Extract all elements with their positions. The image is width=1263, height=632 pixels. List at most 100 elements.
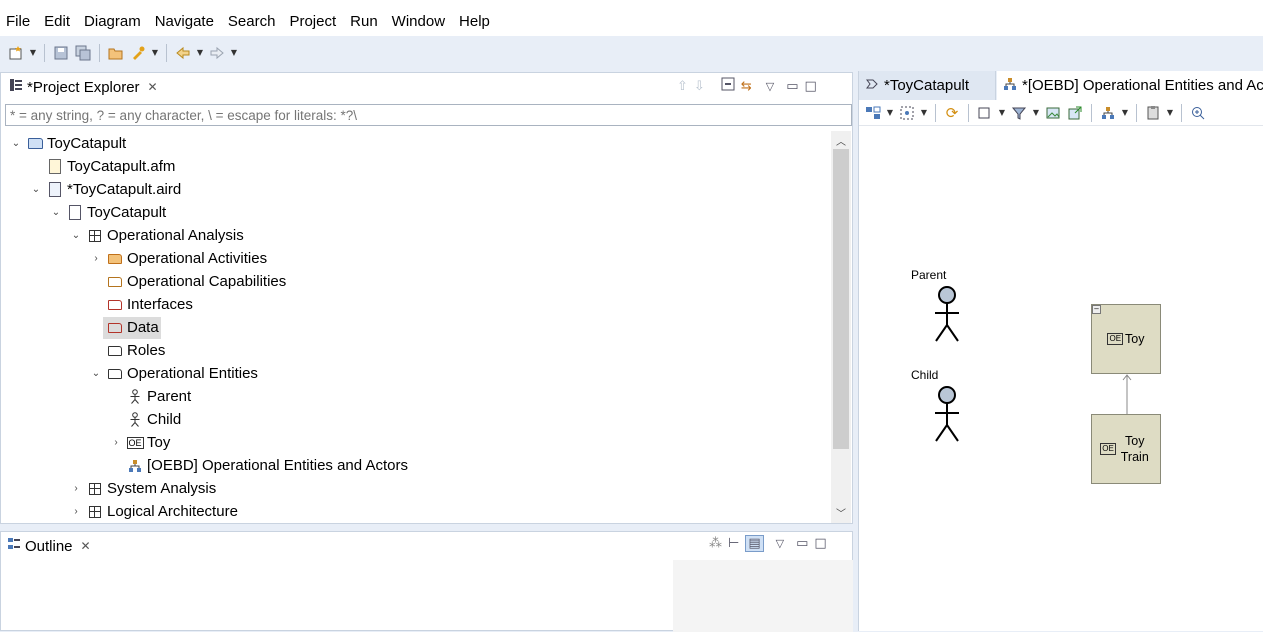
diagram-dropdown-icon[interactable]: ▼ [1120,103,1130,123]
toolbar-separator [1181,103,1182,122]
minimize-icon[interactable]: ▭ [786,79,798,94]
chevron-down-icon[interactable]: ⌄ [69,230,83,241]
menu-window[interactable]: Window [386,13,453,30]
tree-item-toy[interactable]: › OE Toy [109,431,170,454]
save-all-icon[interactable] [73,43,93,63]
menu-edit[interactable]: Edit [38,13,78,30]
back-dropdown-icon[interactable]: ▼ [195,43,205,63]
outline-content [673,560,853,632]
zoom-in-icon[interactable] [1188,103,1208,123]
view-menu-icon[interactable]: ▽ [766,80,774,93]
maximize-icon[interactable]: □ [804,79,816,94]
tab-oebd-diagram[interactable]: *[OEBD] Operational Entities and Act [997,71,1263,100]
tree-item-data[interactable]: Data [89,316,161,339]
new-icon[interactable] [6,43,26,63]
arrow-up-icon[interactable]: ⇧ [677,79,688,94]
tree-item-system-analysis[interactable]: › System Analysis [69,477,216,500]
save-icon[interactable] [51,43,71,63]
tree-item-child[interactable]: Child [109,408,181,431]
diagram-canvas[interactable]: Parent Child – OE Toy OE Toy Train [859,127,1263,631]
actor-parent-figure[interactable] [931,285,963,343]
refresh-icon[interactable]: ⟳ [942,103,962,123]
back-arrow-icon[interactable] [173,43,193,63]
close-icon[interactable]: ✕ [81,539,91,553]
chevron-right-icon[interactable]: › [109,437,123,448]
collapse-all-icon[interactable] [721,77,735,95]
tree-item-model[interactable]: ⌄ ToyCatapult [49,201,166,224]
chevron-down-icon[interactable]: ⌄ [29,184,43,195]
red-folder-icon [107,297,123,313]
tree-layout-icon[interactable]: ⊢ [728,536,739,551]
filter-input[interactable] [5,104,852,126]
menu-project[interactable]: Project [283,13,344,30]
chevron-down-icon[interactable]: ⌄ [49,207,63,218]
chevron-right-icon[interactable]: › [69,506,83,517]
actor-label-parent: Parent [911,268,947,282]
tree-item-afm[interactable]: ToyCatapult.afm [29,155,175,178]
export-image-icon[interactable] [1043,103,1063,123]
scroll-up-icon[interactable]: ︿ [831,133,851,149]
menu-help[interactable]: Help [453,13,498,30]
arrange-icon[interactable] [863,103,883,123]
layers-dropdown-icon[interactable]: ▼ [997,103,1007,123]
arrange-dropdown-icon[interactable]: ▼ [885,103,895,123]
tree-item-interfaces[interactable]: Interfaces [89,293,193,316]
tree-item-parent[interactable]: Parent [109,385,191,408]
select-dropdown-icon[interactable]: ▼ [919,103,929,123]
diagram-editor: *ToyCatapult *[OEBD] Operational Entitie… [858,71,1263,631]
select-icon[interactable] [897,103,917,123]
link-with-editor-icon[interactable]: ⇆ [741,79,752,94]
chevron-right-icon[interactable]: › [69,483,83,494]
menu-file[interactable]: File [0,13,38,30]
actor-child-figure[interactable] [931,385,963,443]
entity-toy-train[interactable]: OE Toy Train [1091,414,1161,484]
vertical-scrollbar[interactable]: ︿ ﹀ [831,131,851,523]
tab-project-explorer[interactable]: *Project Explorer ✕ [9,78,158,96]
run-dropdown-icon[interactable]: ▼ [150,43,160,63]
tab-toycatapult[interactable]: *ToyCatapult [859,71,996,100]
maximize-icon[interactable]: □ [814,536,826,551]
chevron-down-icon[interactable]: ⌄ [9,138,23,149]
chevron-right-icon[interactable]: › [89,253,103,264]
tree-item-roles[interactable]: Roles [89,339,165,362]
filters-dropdown-icon[interactable]: ▼ [1031,103,1041,123]
open-editor-icon[interactable] [1065,103,1085,123]
tree-item-logical-architecture[interactable]: › Logical Architecture [69,500,238,523]
folder-icon [107,366,123,382]
filters-icon[interactable] [1009,103,1029,123]
menu-run[interactable]: Run [344,13,386,30]
tree-item-aird[interactable]: ⌄ *ToyCatapult.aird [29,178,181,201]
tree-item-project[interactable]: ⌄ ToyCatapult [9,132,126,155]
filter-icon[interactable]: ⁂ [709,536,722,551]
tree-item-operational-entities[interactable]: ⌄ Operational Entities [89,362,258,385]
entity-toy[interactable]: – OE Toy [1091,304,1161,374]
run-tool-icon[interactable] [128,43,148,63]
scrollbar-thumb[interactable] [833,149,849,449]
tree-item-operational-activities[interactable]: › Operational Activities [89,247,267,270]
layers-icon[interactable] [975,103,995,123]
actor-label-child: Child [911,368,939,382]
tree-item-oebd-diagram[interactable]: [OEBD] Operational Entities and Actors [109,454,408,477]
tab-outline[interactable]: Outline ✕ [7,537,91,555]
close-icon[interactable]: ✕ [148,80,158,94]
minimize-icon[interactable]: ▭ [796,536,808,551]
tree-item-operational-analysis[interactable]: ⌄ Operational Analysis [69,224,244,247]
tree-item-operational-capabilities[interactable]: Operational Capabilities [89,270,286,293]
open-folder-icon[interactable] [106,43,126,63]
overview-icon[interactable]: ▤ [745,535,764,552]
collapse-toggle-icon[interactable]: – [1092,305,1101,314]
view-menu-icon[interactable]: ▽ [776,537,784,550]
diagram-icon[interactable] [1098,103,1118,123]
scroll-down-icon[interactable]: ﹀ [831,505,851,521]
menu-diagram[interactable]: Diagram [78,13,149,30]
forward-arrow-icon[interactable] [207,43,227,63]
menu-search[interactable]: Search [222,13,284,30]
menu-navigate[interactable]: Navigate [149,13,222,30]
arrow-down-icon[interactable]: ⇩ [694,79,705,94]
clipboard-dropdown-icon[interactable]: ▼ [1165,103,1175,123]
tree-item-label: Data [127,319,159,336]
new-dropdown-icon[interactable]: ▼ [28,43,38,63]
forward-dropdown-icon[interactable]: ▼ [229,43,239,63]
chevron-down-icon[interactable]: ⌄ [89,368,103,379]
clipboard-icon[interactable] [1143,103,1163,123]
